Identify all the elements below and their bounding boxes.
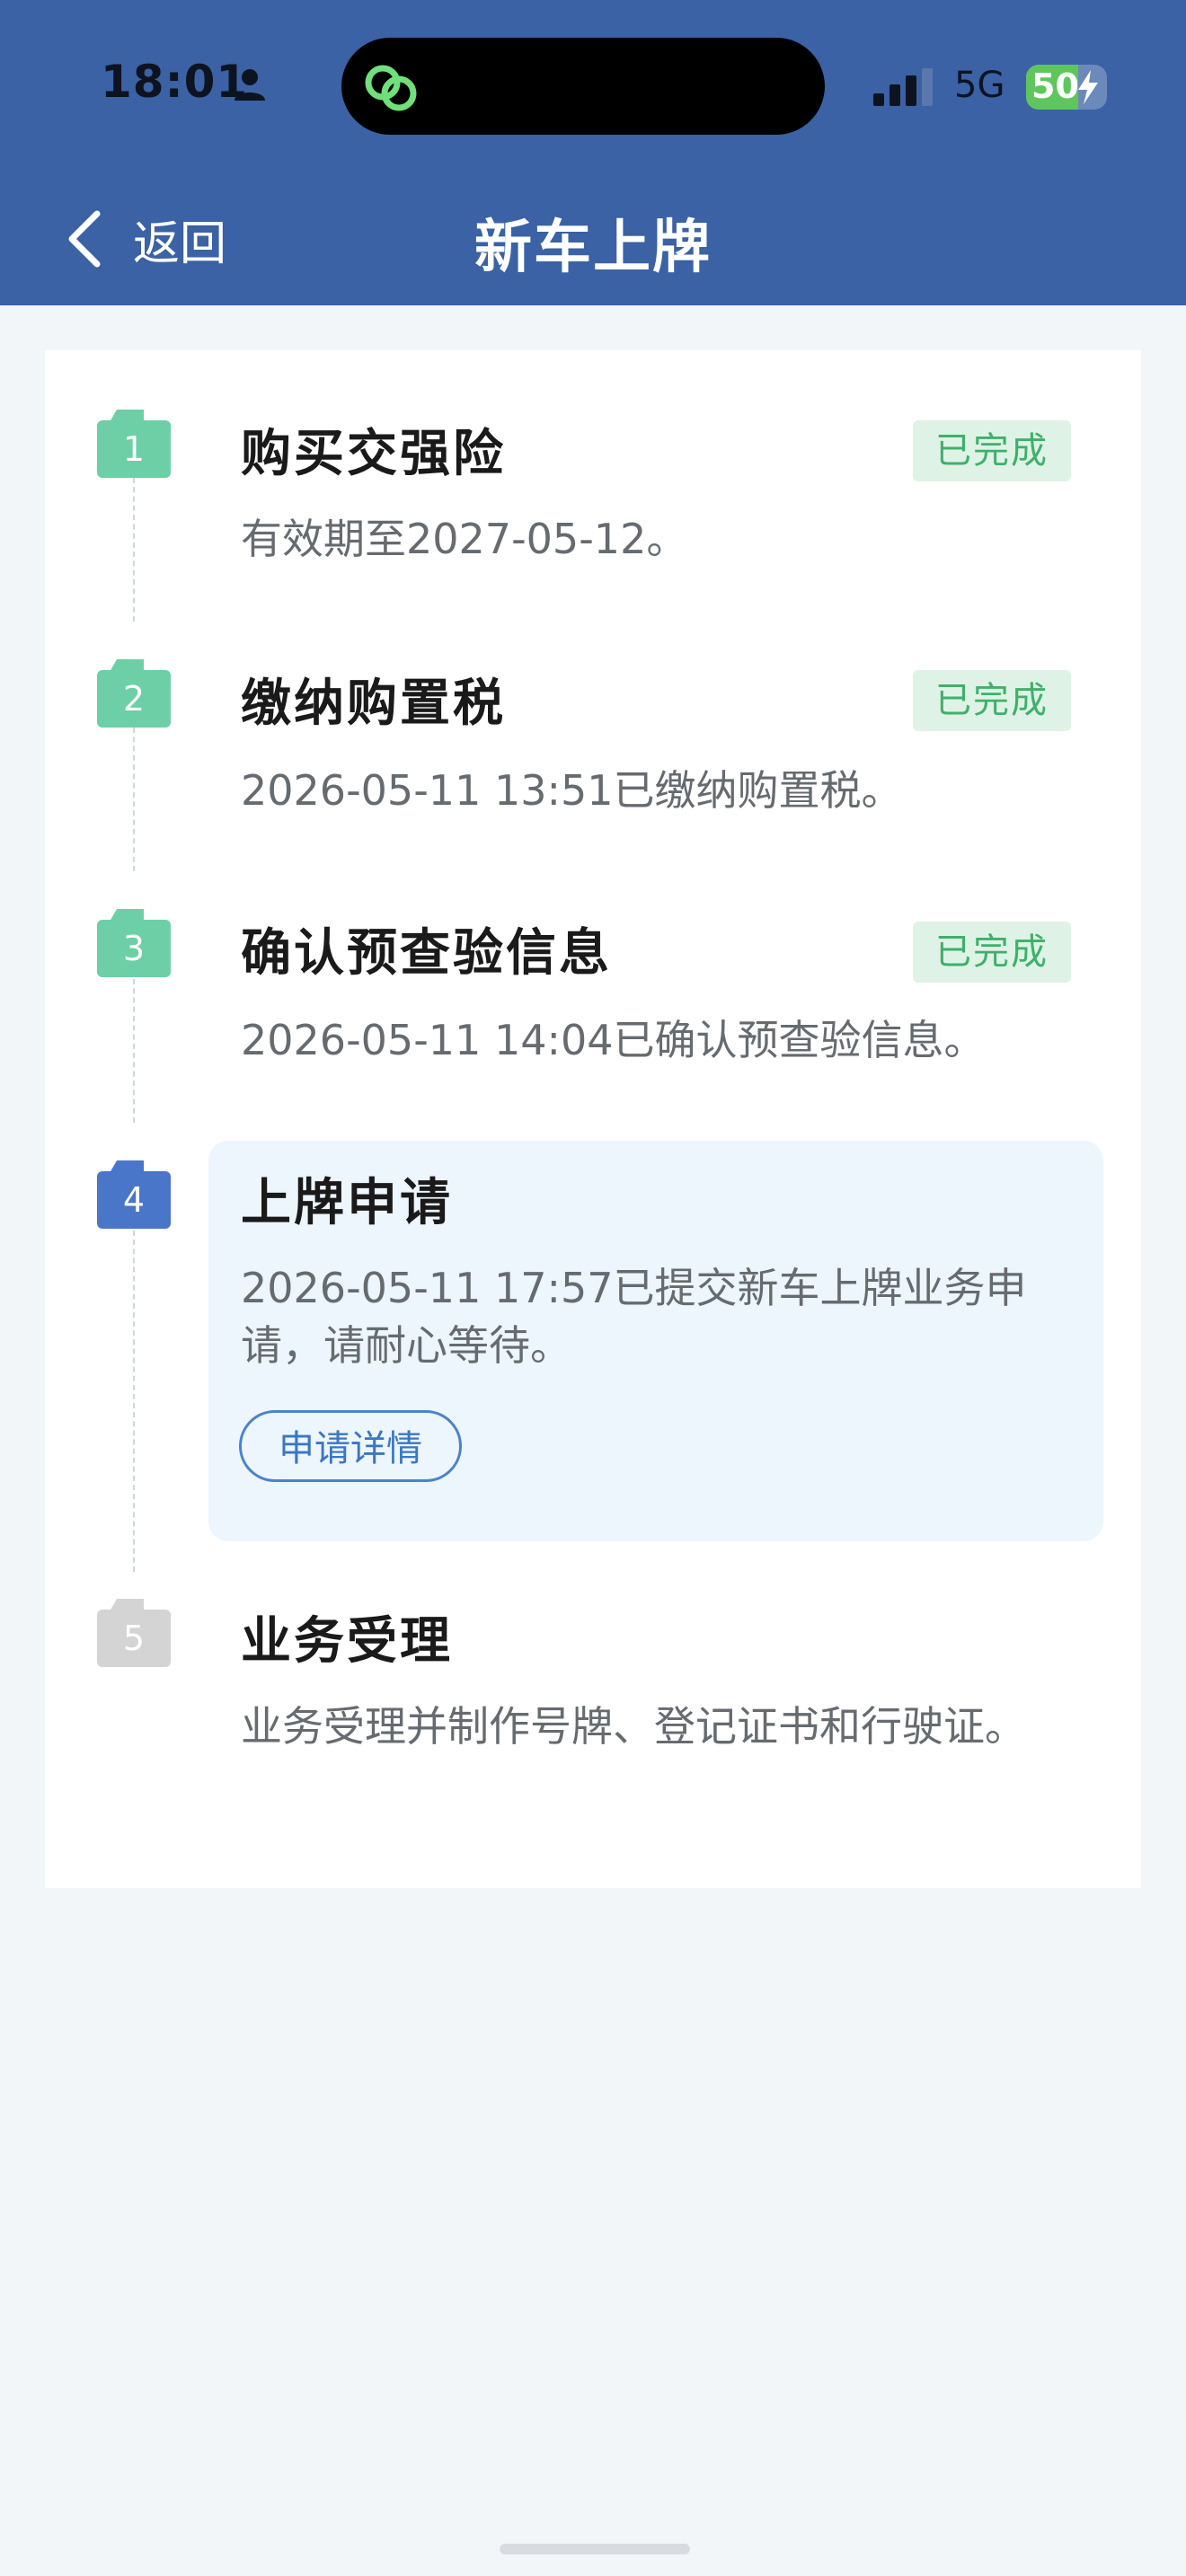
link-icon — [365, 65, 417, 111]
step-4-description: 2026-05-11 17:57已提交新车上牌业务申请，请耐心等待。 — [241, 1264, 1027, 1370]
screen: 18:01 5G 50 返回 新车上牌 1 购买交强险 已完成 有效期至2027… — [0, 0, 1186, 2576]
step-5-description: 业务受理并制作号牌、登记证书和行驶证。 — [241, 1702, 1026, 1751]
application-details-button[interactable]: 申请详情 — [239, 1410, 462, 1482]
page-title: 新车上牌 — [474, 215, 712, 281]
header: 18:01 5G 50 返回 新车上牌 — [0, 0, 1186, 305]
battery-text: 50 — [1031, 66, 1079, 106]
step-2-number-badge: 2 — [97, 659, 171, 728]
step-connector — [133, 728, 135, 871]
step-1-number-badge: 1 — [97, 410, 171, 478]
step-3-status-badge: 已完成 — [913, 922, 1071, 983]
step-number: 4 — [97, 1171, 171, 1229]
step-1-description: 有效期至2027-05-12。 — [241, 515, 688, 563]
step-number: 1 — [97, 420, 171, 478]
step-connector — [133, 1231, 135, 1572]
network-label: 5G — [954, 65, 1005, 106]
bolt-icon — [1078, 70, 1098, 104]
step-3-number-badge: 3 — [97, 909, 171, 977]
step-number: 3 — [97, 920, 171, 977]
step-1-title: 购买交强险 — [241, 425, 506, 483]
home-indicator — [500, 2544, 690, 2554]
person-icon — [235, 69, 265, 101]
step-2-status-badge: 已完成 — [913, 670, 1071, 731]
step-1-status-badge: 已完成 — [913, 420, 1071, 481]
step-connector — [133, 478, 135, 622]
step-2-description: 2026-05-11 13:51已缴纳购置税。 — [241, 766, 903, 815]
status-time: 18:01 — [101, 56, 249, 108]
step-2-title: 缴纳购置税 — [241, 675, 506, 733]
step-3-title: 确认预查验信息 — [241, 924, 612, 983]
battery-indicator: 50 — [1026, 65, 1107, 110]
step-number: 5 — [97, 1610, 171, 1667]
step-connector — [133, 979, 135, 1123]
step-4-number-badge: 4 — [97, 1160, 171, 1229]
signal-icon — [873, 68, 933, 106]
step-3-description: 2026-05-11 14:04已确认预查验信息。 — [241, 1016, 986, 1064]
step-5-number-badge: 5 — [97, 1599, 171, 1667]
step-4-title: 上牌申请 — [241, 1174, 453, 1232]
step-5-title: 业务受理 — [241, 1612, 453, 1671]
step-number: 2 — [97, 670, 171, 728]
steps-card: 1 购买交强险 已完成 有效期至2027-05-12。 2 缴纳购置税 已完成 … — [45, 350, 1141, 1888]
